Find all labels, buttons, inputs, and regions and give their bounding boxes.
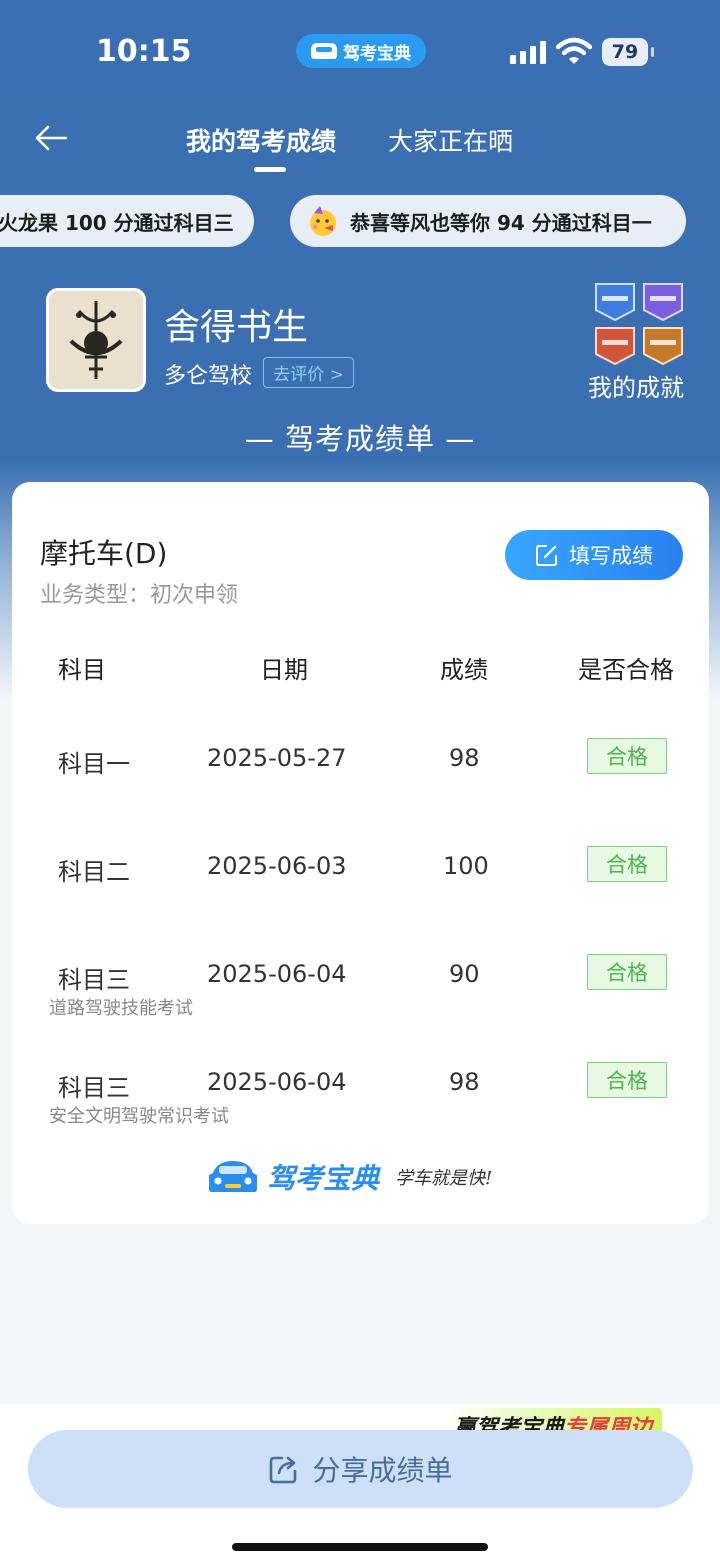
- username: 舍得书生: [164, 307, 309, 348]
- ticker-text: 恭喜等风也等你 94 分通过科目一: [350, 210, 652, 235]
- share-report-button[interactable]: 分享成绩单: [28, 1430, 693, 1508]
- app-status-pill[interactable]: 驾考宝典: [296, 34, 426, 68]
- report-title: — 驾考成绩单 —: [244, 422, 476, 456]
- app-pill-label: 驾考宝典: [343, 43, 411, 64]
- row-score: 100: [443, 852, 489, 880]
- status-time: 10:15: [96, 34, 192, 69]
- row-exam-note: 安全文明驾驶常识考试: [49, 1106, 229, 1127]
- row-exam-note: 道路驾驶技能考试: [49, 998, 193, 1019]
- brand-footer: 驾考宝典 学车就是快!: [207, 1157, 492, 1197]
- brand-car-icon: [209, 1161, 257, 1192]
- row-date: 2025-06-04: [207, 960, 347, 988]
- ticker-item: 火龙果 100 分通过科目三: [0, 195, 254, 247]
- row-subject: 科目三: [58, 1074, 130, 1102]
- avatar[interactable]: [46, 288, 146, 392]
- column-header-subject: 科目: [58, 656, 106, 684]
- battery-level: 79: [611, 41, 639, 63]
- business-type: 业务类型：初次申领: [40, 583, 239, 608]
- row-date: 2025-05-27: [207, 744, 347, 772]
- car-icon: [311, 43, 337, 59]
- rate-school-button[interactable]: 去评价 >: [263, 357, 354, 388]
- vehicle-class: 摩托车(D): [40, 537, 168, 570]
- driving-school-name: 多仑驾校: [164, 364, 253, 389]
- active-tab-indicator: [254, 167, 286, 172]
- row-score: 98: [449, 744, 480, 772]
- column-header-passed: 是否合格: [578, 656, 674, 684]
- avatar-image: [49, 291, 143, 389]
- pass-status-badge: 合格: [587, 738, 667, 774]
- brand-slogan: 学车就是快!: [395, 1168, 493, 1189]
- brand-name: 驾考宝典: [267, 1162, 380, 1195]
- row-date: 2025-06-04: [207, 1068, 347, 1096]
- fill-scores-label: 填写成绩: [569, 544, 653, 568]
- share-report-label: 分享成绩单: [312, 1454, 453, 1487]
- column-header-date: 日期: [260, 656, 308, 684]
- battery-indicator: 79: [602, 38, 654, 66]
- party-face-icon: [310, 206, 336, 236]
- pass-status-badge: 合格: [587, 954, 667, 990]
- wifi-icon: [556, 37, 592, 64]
- my-achievements-label[interactable]: 我的成就: [588, 368, 684, 403]
- achievement-badges-icon[interactable]: [592, 278, 688, 370]
- share-icon: [270, 1456, 297, 1484]
- edit-icon: [536, 545, 557, 566]
- row-subject: 科目一: [58, 750, 130, 778]
- tab-everyone-sharing[interactable]: 大家正在晒: [388, 122, 513, 158]
- pass-status-badge: 合格: [587, 1062, 667, 1098]
- tab-my-scores[interactable]: 我的驾考成绩: [186, 122, 336, 158]
- ticker-text: 火龙果 100 分通过科目三: [0, 210, 234, 235]
- row-score: 98: [449, 1068, 480, 1096]
- row-score: 90: [449, 960, 480, 988]
- pass-status-badge: 合格: [587, 846, 667, 882]
- home-indicator[interactable]: [232, 1543, 488, 1551]
- row-subject: 科目二: [58, 858, 130, 886]
- row-date: 2025-06-03: [207, 852, 347, 880]
- row-subject: 科目三: [58, 966, 130, 994]
- column-header-score: 成绩: [440, 656, 488, 684]
- ticker-item: 恭喜等风也等你 94 分通过科目一: [290, 195, 686, 247]
- fill-scores-button[interactable]: 填写成绩: [505, 530, 683, 580]
- back-arrow-icon[interactable]: [32, 118, 72, 158]
- score-card: 摩托车(D) 业务类型：初次申领 填写成绩 科目 日期 成绩 是否合格 科目一 …: [12, 482, 709, 1224]
- cellular-signal-icon: [510, 40, 546, 64]
